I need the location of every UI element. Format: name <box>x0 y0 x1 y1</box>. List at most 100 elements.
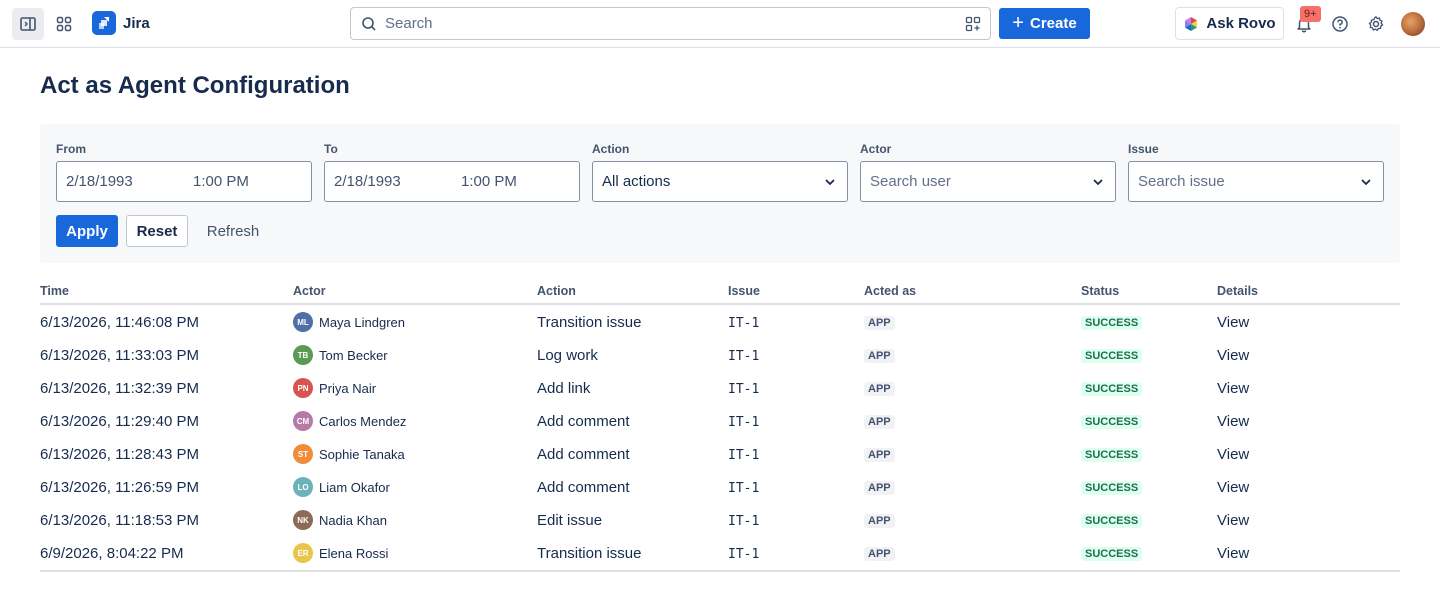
gear-icon <box>1368 16 1384 32</box>
table-bottom-border <box>40 570 1400 572</box>
row-action: Add comment <box>537 479 630 496</box>
status-badge: SUCCESS <box>1081 349 1143 363</box>
status-badge: SUCCESS <box>1081 514 1143 528</box>
column-header-action[interactable]: Action <box>537 284 576 298</box>
row-issue-key[interactable]: IT-1 <box>728 448 759 463</box>
to-label: To <box>324 142 338 156</box>
column-header-actor[interactable]: Actor <box>293 284 326 298</box>
action-select-value: All actions <box>602 173 671 190</box>
row-issue-key[interactable]: IT-1 <box>728 415 759 430</box>
acted-as-badge: APP <box>864 349 895 363</box>
search-filter-icon[interactable] <box>965 16 981 32</box>
issue-select[interactable]: Search issue <box>1128 161 1384 202</box>
help-button[interactable] <box>1326 10 1354 38</box>
row-issue-key[interactable]: IT-1 <box>728 514 759 529</box>
avatar: LO <box>293 477 313 497</box>
settings-button[interactable] <box>1362 10 1390 38</box>
avatar: TB <box>293 345 313 365</box>
to-date[interactable]: 2/18/1993 <box>334 173 401 190</box>
avatar: PN <box>293 378 313 398</box>
row-issue-key[interactable]: IT-1 <box>728 481 759 496</box>
ask-rovo-label: Ask Rovo <box>1206 15 1276 32</box>
from-time[interactable]: 1:00 PM <box>193 173 249 190</box>
column-header-acted-as[interactable]: Acted as <box>864 284 916 298</box>
row-action: Transition issue <box>537 545 642 562</box>
refresh-button[interactable]: Refresh <box>200 215 266 247</box>
acted-as-badge: APP <box>864 514 895 528</box>
avatar: CM <box>293 411 313 431</box>
column-header-details[interactable]: Details <box>1217 284 1258 298</box>
view-details-link[interactable]: View <box>1217 413 1249 430</box>
to-datetime-picker[interactable]: 2/18/1993 1:00 PM <box>324 161 580 202</box>
acted-as-badge: APP <box>864 382 895 396</box>
app-grid-icon <box>56 16 72 32</box>
row-issue-key[interactable]: IT-1 <box>728 349 759 364</box>
action-select[interactable]: All actions <box>592 161 848 202</box>
row-actor: ER Elena Rossi <box>293 543 388 563</box>
status-badge: SUCCESS <box>1081 316 1143 330</box>
avatar: ML <box>293 312 313 332</box>
from-date[interactable]: 2/18/1993 <box>66 173 133 190</box>
view-details-link[interactable]: View <box>1217 545 1249 562</box>
view-details-link[interactable]: View <box>1217 479 1249 496</box>
view-details-link[interactable]: View <box>1217 314 1249 331</box>
search-input[interactable] <box>385 15 945 32</box>
row-action: Log work <box>537 347 598 364</box>
status-badge: SUCCESS <box>1081 481 1143 495</box>
acted-as-badge: APP <box>864 547 895 561</box>
table-row: 6/13/2026, 11:28:43 PM ST Sophie Tanaka A… <box>40 437 1400 470</box>
acted-as-badge: APP <box>864 415 895 429</box>
sidebar-toggle-button[interactable] <box>12 8 44 40</box>
audit-log-table: Time Actor Action Issue Acted as Status … <box>40 278 1400 572</box>
avatar: ER <box>293 543 313 563</box>
table-row: 6/13/2026, 11:18:53 PM NK Nadia Khan Edit… <box>40 503 1400 536</box>
actor-name: Maya Lindgren <box>319 314 405 330</box>
create-button[interactable]: + Create <box>999 8 1090 39</box>
actor-select[interactable]: Search user <box>860 161 1116 202</box>
app-switcher-button[interactable] <box>48 8 80 40</box>
status-badge: SUCCESS <box>1081 448 1143 462</box>
column-header-issue[interactable]: Issue <box>728 284 760 298</box>
top-nav: Jira + Create Ask Rovo 9+ <box>0 0 1440 48</box>
row-time: 6/13/2026, 11:46:08 PM <box>40 314 200 331</box>
row-time: 6/13/2026, 11:18:53 PM <box>40 512 200 529</box>
to-time[interactable]: 1:00 PM <box>461 173 517 190</box>
reset-button[interactable]: Reset <box>126 215 188 247</box>
view-details-link[interactable]: View <box>1217 380 1249 397</box>
view-details-link[interactable]: View <box>1217 512 1249 529</box>
global-search[interactable] <box>350 7 991 40</box>
filter-panel: From 2/18/1993 1:00 PM To 2/18/1993 1:00… <box>40 124 1400 263</box>
row-actor: NK Nadia Khan <box>293 510 387 530</box>
ask-rovo-button[interactable]: Ask Rovo <box>1175 7 1284 40</box>
column-header-status[interactable]: Status <box>1081 284 1119 298</box>
user-avatar[interactable] <box>1401 12 1425 36</box>
view-details-link[interactable]: View <box>1217 446 1249 463</box>
row-time: 6/9/2026, 8:04:22 PM <box>40 545 184 562</box>
rovo-logo-icon <box>1185 16 1198 31</box>
from-datetime-picker[interactable]: 2/18/1993 1:00 PM <box>56 161 312 202</box>
chevron-down-icon <box>1093 179 1103 185</box>
row-issue-key[interactable]: IT-1 <box>728 382 759 397</box>
table-row: 6/13/2026, 11:26:59 PM LO Liam Okafor Add… <box>40 470 1400 503</box>
actor-name: Elena Rossi <box>319 545 389 561</box>
action-label: Action <box>592 142 630 156</box>
row-issue-key[interactable]: IT-1 <box>728 316 759 331</box>
table-row: 6/9/2026, 8:04:22 PM ER Elena Rossi Trans… <box>40 536 1400 569</box>
table-row: 6/13/2026, 11:32:39 PM PN Priya Nair Add … <box>40 371 1400 404</box>
column-header-time[interactable]: Time <box>40 284 69 298</box>
apply-button[interactable]: Apply <box>56 215 118 247</box>
table-header: Time Actor Action Issue Acted as Status … <box>40 278 1400 305</box>
row-time: 6/13/2026, 11:32:39 PM <box>40 380 200 397</box>
search-icon <box>361 16 377 32</box>
actor-name: Liam Okafor <box>319 479 390 495</box>
row-issue-key[interactable]: IT-1 <box>728 547 759 562</box>
table-row: 6/13/2026, 11:46:08 PM ML Maya Lindgren T… <box>40 305 1400 338</box>
row-time: 6/13/2026, 11:29:40 PM <box>40 413 200 430</box>
row-action: Transition issue <box>537 314 642 331</box>
row-actor: LO Liam Okafor <box>293 477 390 497</box>
plus-icon: + <box>1012 11 1024 34</box>
page-title: Act as Agent Configuration <box>40 72 350 99</box>
actor-label: Actor <box>860 142 892 156</box>
jira-home-link[interactable]: Jira <box>92 11 150 35</box>
view-details-link[interactable]: View <box>1217 347 1249 364</box>
